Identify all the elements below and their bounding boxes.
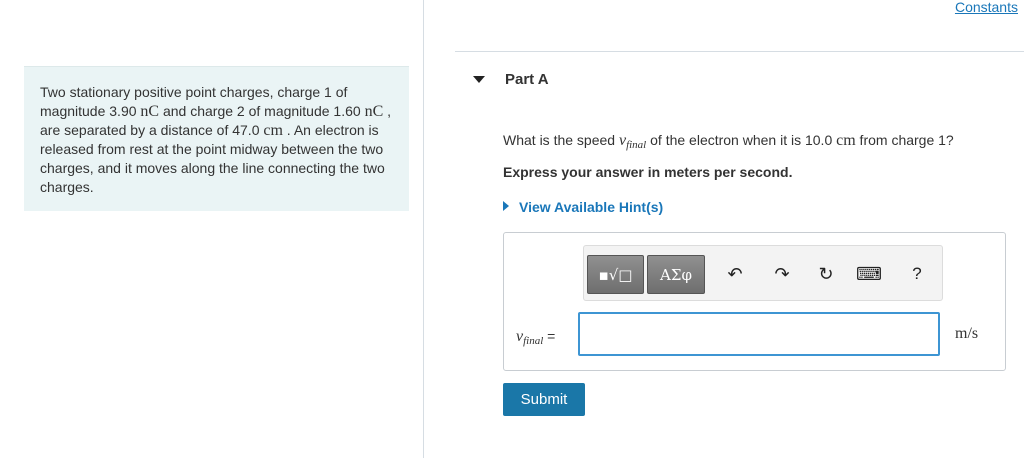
part-a-header[interactable]: Part A (455, 51, 1024, 119)
answer-input[interactable] (578, 312, 940, 356)
keyboard-icon[interactable]: ⌨ (856, 261, 882, 287)
answer-instructions: Express your answer in meters per second… (503, 164, 793, 180)
undo-icon[interactable]: ↶ (722, 261, 748, 287)
submit-button[interactable]: Submit (503, 383, 585, 416)
collapse-caret-icon[interactable] (473, 76, 485, 83)
templates-button[interactable]: ▪√□ (587, 255, 644, 294)
part-title: Part A (505, 71, 549, 88)
problem-statement: Two stationary positive point charges, c… (24, 66, 409, 211)
view-hints-link[interactable]: View Available Hint(s) (503, 199, 663, 215)
view-hints-label: View Available Hint(s) (519, 199, 664, 215)
help-icon[interactable]: ? (904, 261, 930, 287)
math-toolbar: ▪√□ ΑΣφ ↶ ↷ ↻ ⌨ ? (583, 245, 943, 301)
column-divider (423, 0, 424, 458)
question-text: What is the speed vfinal of the electron… (503, 132, 954, 151)
expand-caret-icon (503, 201, 509, 211)
answer-variable-label: vfinal = (516, 328, 556, 347)
answer-panel: ▪√□ ΑΣφ ↶ ↷ ↻ ⌨ ? vfinal = m/s (503, 232, 1006, 371)
constants-link[interactable]: Constants (955, 0, 1018, 15)
problem-text: Two stationary positive point charges, c… (40, 84, 392, 195)
greek-symbols-button[interactable]: ΑΣφ (647, 255, 705, 294)
reset-icon[interactable]: ↻ (813, 261, 839, 287)
answer-unit: m/s (955, 325, 979, 342)
redo-icon[interactable]: ↷ (769, 261, 795, 287)
